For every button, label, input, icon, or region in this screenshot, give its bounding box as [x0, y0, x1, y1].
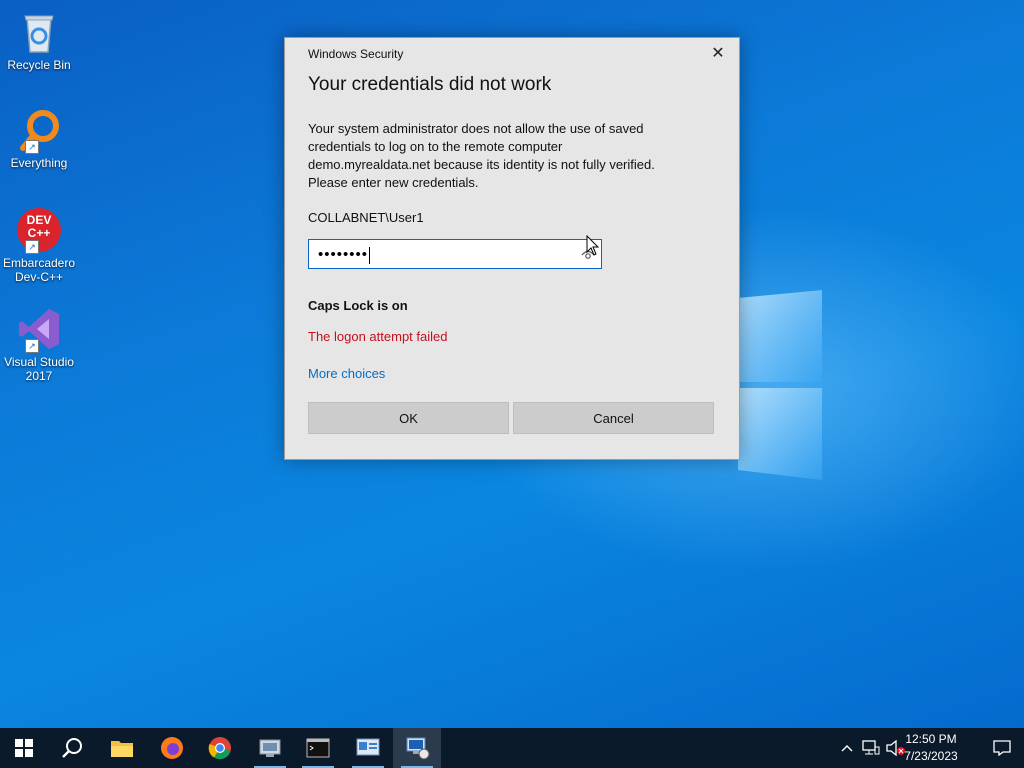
terminal-icon: [306, 738, 330, 758]
logon-error-message: The logon attempt failed: [308, 329, 448, 344]
show-hidden-icons-button[interactable]: [838, 728, 856, 768]
action-center-button[interactable]: [980, 728, 1024, 768]
taskbar-system-settings[interactable]: [344, 728, 392, 768]
taskbar-control-panel[interactable]: [246, 728, 294, 768]
taskbar-clock[interactable]: 12:50 PM 7/23/2023: [896, 731, 966, 765]
shortcut-arrow-icon: ↗: [25, 140, 39, 154]
close-icon: ✕: [711, 45, 725, 62]
clock-time: 12:50 PM: [905, 732, 957, 746]
dialog-app-name: Windows Security: [308, 47, 404, 61]
caps-lock-warning: Caps Lock is on: [308, 298, 408, 313]
desktop-icon-label: Visual Studio 2017: [4, 355, 74, 383]
desktop-icon-label: Everything: [10, 156, 68, 170]
start-icon: [15, 739, 33, 757]
clock-date: 7/23/2023: [904, 749, 958, 763]
password-field[interactable]: ••••••••: [308, 239, 602, 269]
network-icon: [862, 740, 880, 755]
taskbar-firefox[interactable]: [148, 728, 196, 768]
control-panel-icon: [259, 739, 281, 757]
devcpp-badge-text: DEV C++: [26, 213, 52, 240]
system-settings-icon: [356, 738, 380, 756]
search-button[interactable]: [48, 728, 96, 768]
desktop-icon-everything[interactable]: ↗ Everything: [2, 106, 76, 170]
remote-desktop-icon: [406, 737, 430, 760]
taskbar-file-explorer[interactable]: [98, 728, 146, 768]
notification-icon: [993, 740, 1011, 756]
chrome-icon: [208, 737, 231, 760]
visual-studio-icon: ↗: [15, 305, 63, 353]
taskbar-terminal[interactable]: [294, 728, 342, 768]
password-value: ••••••••: [318, 246, 371, 264]
cancel-button[interactable]: Cancel: [513, 402, 714, 434]
shortcut-arrow-icon: ↗: [25, 339, 39, 353]
dialog-title: Your credentials did not work: [308, 74, 552, 95]
chevron-up-icon: [841, 745, 853, 752]
everything-icon: ↗: [15, 106, 63, 154]
more-choices-link[interactable]: More choices: [308, 366, 385, 381]
dialog-message: Your system administrator does not allow…: [308, 121, 655, 190]
start-button[interactable]: [0, 728, 48, 768]
taskbar: 12:50 PM 7/23/2023: [0, 728, 1024, 768]
mouse-pointer-icon: [586, 235, 600, 256]
search-icon: [62, 738, 82, 758]
windows-security-dialog: Windows Security ✕ Your credentials did …: [284, 37, 740, 460]
close-button[interactable]: ✕: [707, 44, 729, 64]
username-label: COLLABNET\User1: [308, 210, 424, 225]
desktop-icon-label: Recycle Bin: [7, 58, 71, 72]
recycle-bin-icon: [15, 8, 63, 56]
shortcut-arrow-icon: ↗: [25, 240, 39, 254]
devcpp-icon: DEV C++ ↗: [15, 206, 63, 254]
firefox-icon: [161, 737, 183, 759]
desktop-icon-devcpp[interactable]: DEV C++ ↗ Embarcadero Dev-C++: [2, 206, 76, 284]
desktop-icon-visual-studio[interactable]: ↗ Visual Studio 2017: [2, 305, 76, 383]
taskbar-remote-desktop[interactable]: [393, 728, 441, 768]
ok-button[interactable]: OK: [308, 402, 509, 434]
file-explorer-icon: [111, 741, 133, 757]
desktop-icon-recycle-bin[interactable]: Recycle Bin: [2, 8, 76, 72]
taskbar-chrome[interactable]: [196, 728, 244, 768]
desktop-icon-label: Embarcadero Dev-C++: [2, 256, 76, 284]
network-tray-button[interactable]: [860, 728, 882, 768]
